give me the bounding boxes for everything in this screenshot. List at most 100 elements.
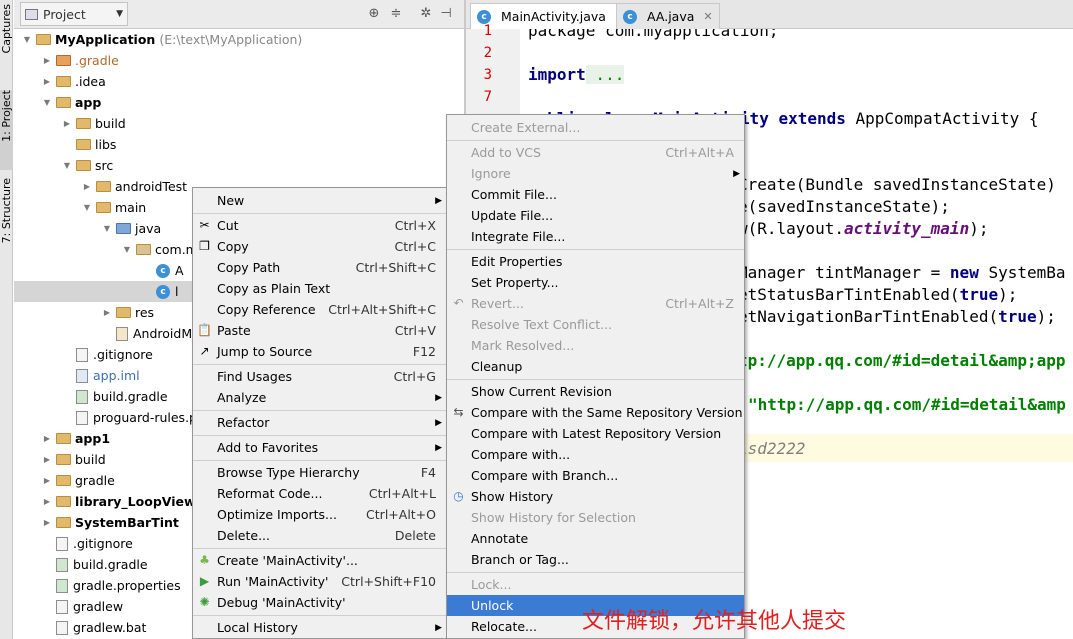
tree-node-label: l [175,284,179,299]
menu-item-find-usages[interactable]: Find Usages Ctrl+G [193,366,446,387]
expand-right-icon[interactable]: ▶ [42,476,52,485]
tree-node[interactable]: ▶ .gradle [14,50,464,71]
shortcut-label: Ctrl+Alt+L [368,486,436,501]
tab-aa[interactable]: c AA.java ✕ [616,3,720,29]
menu-item-debug-mainactivity[interactable]: ✺ Debug 'MainActivity' [193,592,446,613]
menu-separator [447,140,744,141]
tree-node-label: libs [95,137,117,152]
expand-right-icon[interactable]: ▶ [62,119,72,128]
menu-item-label: Integrate File... [471,229,566,244]
menu-item-compare-with-latest-repository-version[interactable]: Compare with Latest Repository Version [447,423,744,444]
menu-item-label: Copy as Plain Text [217,281,331,296]
tab-mainactivity[interactable]: c MainActivity.java ✕ [470,3,632,29]
menu-item-branch-or-tag[interactable]: Branch or Tag... [447,549,744,570]
tree-node[interactable]: ▶ build [14,113,464,134]
tree-node[interactable]: ▼ src [14,155,464,176]
menu-item-edit-properties[interactable]: Edit Properties [447,251,744,272]
expand-right-icon[interactable]: ▶ [42,77,52,86]
hide-panel-icon[interactable]: ⊣ [438,6,454,22]
menu-item-label: Compare with Latest Repository Version [471,426,722,441]
menu-item-cleanup[interactable]: Cleanup [447,356,744,377]
tree-node[interactable]: ▼ MyApplication (E:\text\MyApplication) [14,29,464,50]
menu-item-show-history-for-selection[interactable]: Show History for Selection [447,507,744,528]
tree-node[interactable]: ▶ .idea [14,71,464,92]
expand-right-icon[interactable]: ▶ [42,434,52,443]
menu-item-copy-path[interactable]: Copy Path Ctrl+Shift+C [193,257,446,278]
project-tool-tab[interactable]: 1: Project [0,90,13,170]
tree-node-label: build [95,116,126,131]
expand-right-icon[interactable]: ▶ [42,518,52,527]
menu-item-copy-reference[interactable]: Copy Reference Ctrl+Alt+Shift+C [193,299,446,320]
menu-item-label: Update File... [471,208,554,223]
menu-item-paste[interactable]: 📋 Paste Ctrl+V [193,320,446,341]
expand-right-icon[interactable]: ▶ [42,455,52,464]
tree-node[interactable]: libs [14,134,464,155]
expand-down-icon[interactable]: ▼ [82,203,92,212]
menu-item-jump-to-source[interactable]: ↗ Jump to Source F12 [193,341,446,362]
menu-item-create-external[interactable]: Create External... [447,117,744,138]
menu-item-show-history[interactable]: ◷ Show History [447,486,744,507]
gradle-file-icon [56,578,68,593]
code-nav-bar: etNavigationBarTintEnabled( [738,307,999,326]
menu-item-revert[interactable]: ↶ Revert... Ctrl+Alt+Z [447,293,744,314]
menu-item-reformat-code[interactable]: Reformat Code... Ctrl+Alt+L [193,483,446,504]
close-icon[interactable]: ✕ [703,10,712,23]
menu-item-browse-type-hierarchy[interactable]: Browse Type Hierarchy F4 [193,462,446,483]
menu-item-set-property[interactable]: Set Property... [447,272,744,293]
menu-item-refactor[interactable]: Refactor ▶ [193,412,446,433]
gear-icon[interactable]: ✲ [418,6,434,22]
menu-item-cut[interactable]: ✂ Cut Ctrl+X [193,215,446,236]
menu-item-label: Refactor [217,415,270,430]
menu-item-mark-resolved[interactable]: Mark Resolved... [447,335,744,356]
menu-item-create-mainactivity[interactable]: ♣ Create 'MainActivity'... [193,550,446,571]
line-number: 7 [483,89,492,105]
menu-item-delete[interactable]: Delete... Delete [193,525,446,546]
structure-tool-tab[interactable]: 7: Structure [0,178,13,258]
menu-item-add-to-favorites[interactable]: Add to Favorites ▶ [193,437,446,458]
expand-down-icon[interactable]: ▼ [122,245,132,254]
menu-item-new[interactable]: New ▶ [193,190,446,211]
menu-item-show-current-revision[interactable]: Show Current Revision [447,381,744,402]
menu-item-commit-file[interactable]: Commit File... [447,184,744,205]
collapse-icon[interactable]: ≑ [388,6,404,22]
menu-item-ignore[interactable]: Ignore ▶ [447,163,744,184]
class-icon: c [623,9,637,24]
expand-right-icon[interactable]: ▶ [82,182,92,191]
menu-item-compare-with-the-same-repository-version[interactable]: ⇆ Compare with the Same Repository Versio… [447,402,744,423]
iml-file-icon [76,368,88,383]
menu-item-copy-as-plain-text[interactable]: Copy as Plain Text [193,278,446,299]
menu-item-copy[interactable]: ❐ Copy Ctrl+C [193,236,446,257]
project-icon [25,8,38,20]
menu-item-annotate[interactable]: Annotate [447,528,744,549]
menu-item-add-to-vcs[interactable]: Add to VCS Ctrl+Alt+A [447,142,744,163]
expand-right-icon[interactable]: ▶ [102,308,112,317]
project-view-dropdown[interactable]: Project ▼ [20,2,128,26]
expand-right-icon[interactable]: ▶ [42,56,52,65]
captures-tool-tab[interactable]: Captures [0,4,13,84]
menu-item-run-mainactivity[interactable]: ▶ Run 'MainActivity' Ctrl+Shift+F10 [193,571,446,592]
menu-item-compare-with-branch[interactable]: Compare with Branch... [447,465,744,486]
tree-node[interactable]: ▼ app [14,92,464,113]
cut-icon: ✂ [199,218,210,232]
target-icon[interactable]: ⊕ [366,6,382,22]
menu-item-local-history[interactable]: Local History ▶ [193,617,446,638]
expand-right-icon[interactable]: ▶ [42,497,52,506]
menu-item-analyze[interactable]: Analyze ▶ [193,387,446,408]
menu-item-update-file[interactable]: Update File... [447,205,744,226]
menu-item-optimize-imports[interactable]: Optimize Imports... Ctrl+Alt+O [193,504,446,525]
menu-item-resolve-text-conflict[interactable]: Resolve Text Conflict... [447,314,744,335]
code-comment: lsd2222 [738,439,806,458]
tree-node-label: .gradle [75,53,119,68]
menu-item-label: Set Property... [471,275,559,290]
code-layout-field: activity_main [843,219,970,238]
expand-down-icon[interactable]: ▼ [42,98,52,107]
file-file-icon [56,536,68,551]
expand-down-icon[interactable]: ▼ [102,224,112,233]
expand-down-icon[interactable]: ▼ [22,35,32,44]
file-file-icon [56,599,68,614]
expand-down-icon[interactable]: ▼ [62,161,72,170]
shortcut-label: Ctrl+C [394,239,436,254]
menu-item-compare-with[interactable]: Compare with... [447,444,744,465]
menu-item-integrate-file[interactable]: Integrate File... [447,226,744,247]
menu-item-lock[interactable]: Lock... [447,574,744,595]
